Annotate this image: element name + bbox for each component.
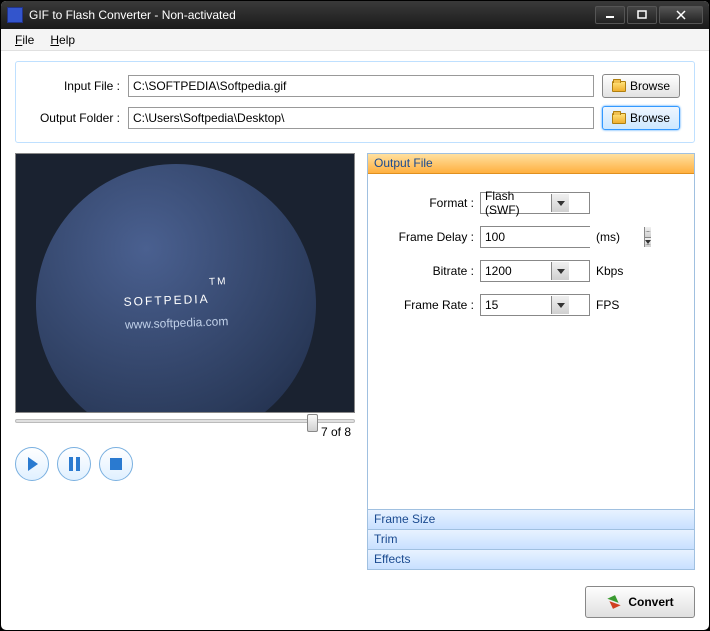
frame-rate-unit: FPS: [596, 298, 636, 312]
settings-panel: Output File Format : Flash (SWF) Frame D…: [367, 153, 695, 570]
dropdown-icon: [551, 194, 569, 212]
format-select[interactable]: Flash (SWF): [480, 192, 590, 214]
stop-button[interactable]: [99, 447, 133, 481]
section-output-file[interactable]: Output File: [368, 154, 694, 174]
pause-button[interactable]: [57, 447, 91, 481]
file-panel: Input File : Browse Output Folder : Brow…: [15, 61, 695, 143]
left-column: SOFTPEDIATM www.softpedia.com 7 of 8: [15, 153, 355, 570]
folder-icon: [612, 81, 626, 92]
bitrate-select[interactable]: 1200: [480, 260, 590, 282]
output-file-body: Format : Flash (SWF) Frame Delay :: [368, 174, 694, 509]
stop-icon: [110, 458, 122, 470]
bitrate-label: Bitrate :: [382, 264, 474, 278]
convert-button[interactable]: Convert: [585, 586, 695, 618]
play-icon: [28, 457, 38, 471]
bitrate-unit: Kbps: [596, 264, 636, 278]
frame-counter: 7 of 8: [15, 425, 355, 439]
section-effects[interactable]: Effects: [368, 549, 694, 569]
folder-icon: [612, 113, 626, 124]
slider-thumb[interactable]: [307, 414, 318, 432]
titlebar[interactable]: GIF to Flash Converter - Non-activated: [1, 1, 709, 29]
app-icon: [7, 7, 23, 23]
frame-rate-select[interactable]: 15: [480, 294, 590, 316]
section-frame-size[interactable]: Frame Size: [368, 509, 694, 529]
menu-help[interactable]: Help: [42, 31, 83, 49]
preview-pane: SOFTPEDIATM www.softpedia.com: [15, 153, 355, 413]
format-label: Format :: [382, 196, 474, 210]
output-folder-label: Output Folder :: [30, 111, 120, 125]
frame-slider[interactable]: [15, 419, 355, 423]
frame-delay-spinner[interactable]: [480, 226, 590, 248]
spin-up-icon[interactable]: [645, 227, 651, 238]
dropdown-icon: [551, 296, 569, 314]
frame-delay-unit: (ms): [596, 230, 636, 244]
dropdown-icon: [551, 262, 569, 280]
menu-file[interactable]: File: [7, 31, 42, 49]
bottom-bar: Convert: [15, 580, 695, 618]
spin-down-icon[interactable]: [645, 238, 651, 248]
play-button[interactable]: [15, 447, 49, 481]
convert-icon: [606, 595, 622, 609]
browse-input-button[interactable]: Browse: [602, 74, 680, 98]
output-folder-field[interactable]: [128, 107, 594, 129]
close-button[interactable]: [659, 6, 703, 24]
content-area: Input File : Browse Output Folder : Brow…: [1, 51, 709, 630]
frame-rate-label: Frame Rate :: [382, 298, 474, 312]
main-area: SOFTPEDIATM www.softpedia.com 7 of 8: [15, 153, 695, 570]
app-window: GIF to Flash Converter - Non-activated F…: [0, 0, 710, 631]
pause-icon: [69, 457, 80, 471]
frame-delay-label: Frame Delay :: [382, 230, 474, 244]
menubar: File Help: [1, 29, 709, 51]
input-file-field[interactable]: [128, 75, 594, 97]
input-file-label: Input File :: [30, 79, 120, 93]
minimize-button[interactable]: [595, 6, 625, 24]
browse-output-button[interactable]: Browse: [602, 106, 680, 130]
window-title: GIF to Flash Converter - Non-activated: [29, 8, 595, 22]
section-trim[interactable]: Trim: [368, 529, 694, 549]
maximize-button[interactable]: [627, 6, 657, 24]
